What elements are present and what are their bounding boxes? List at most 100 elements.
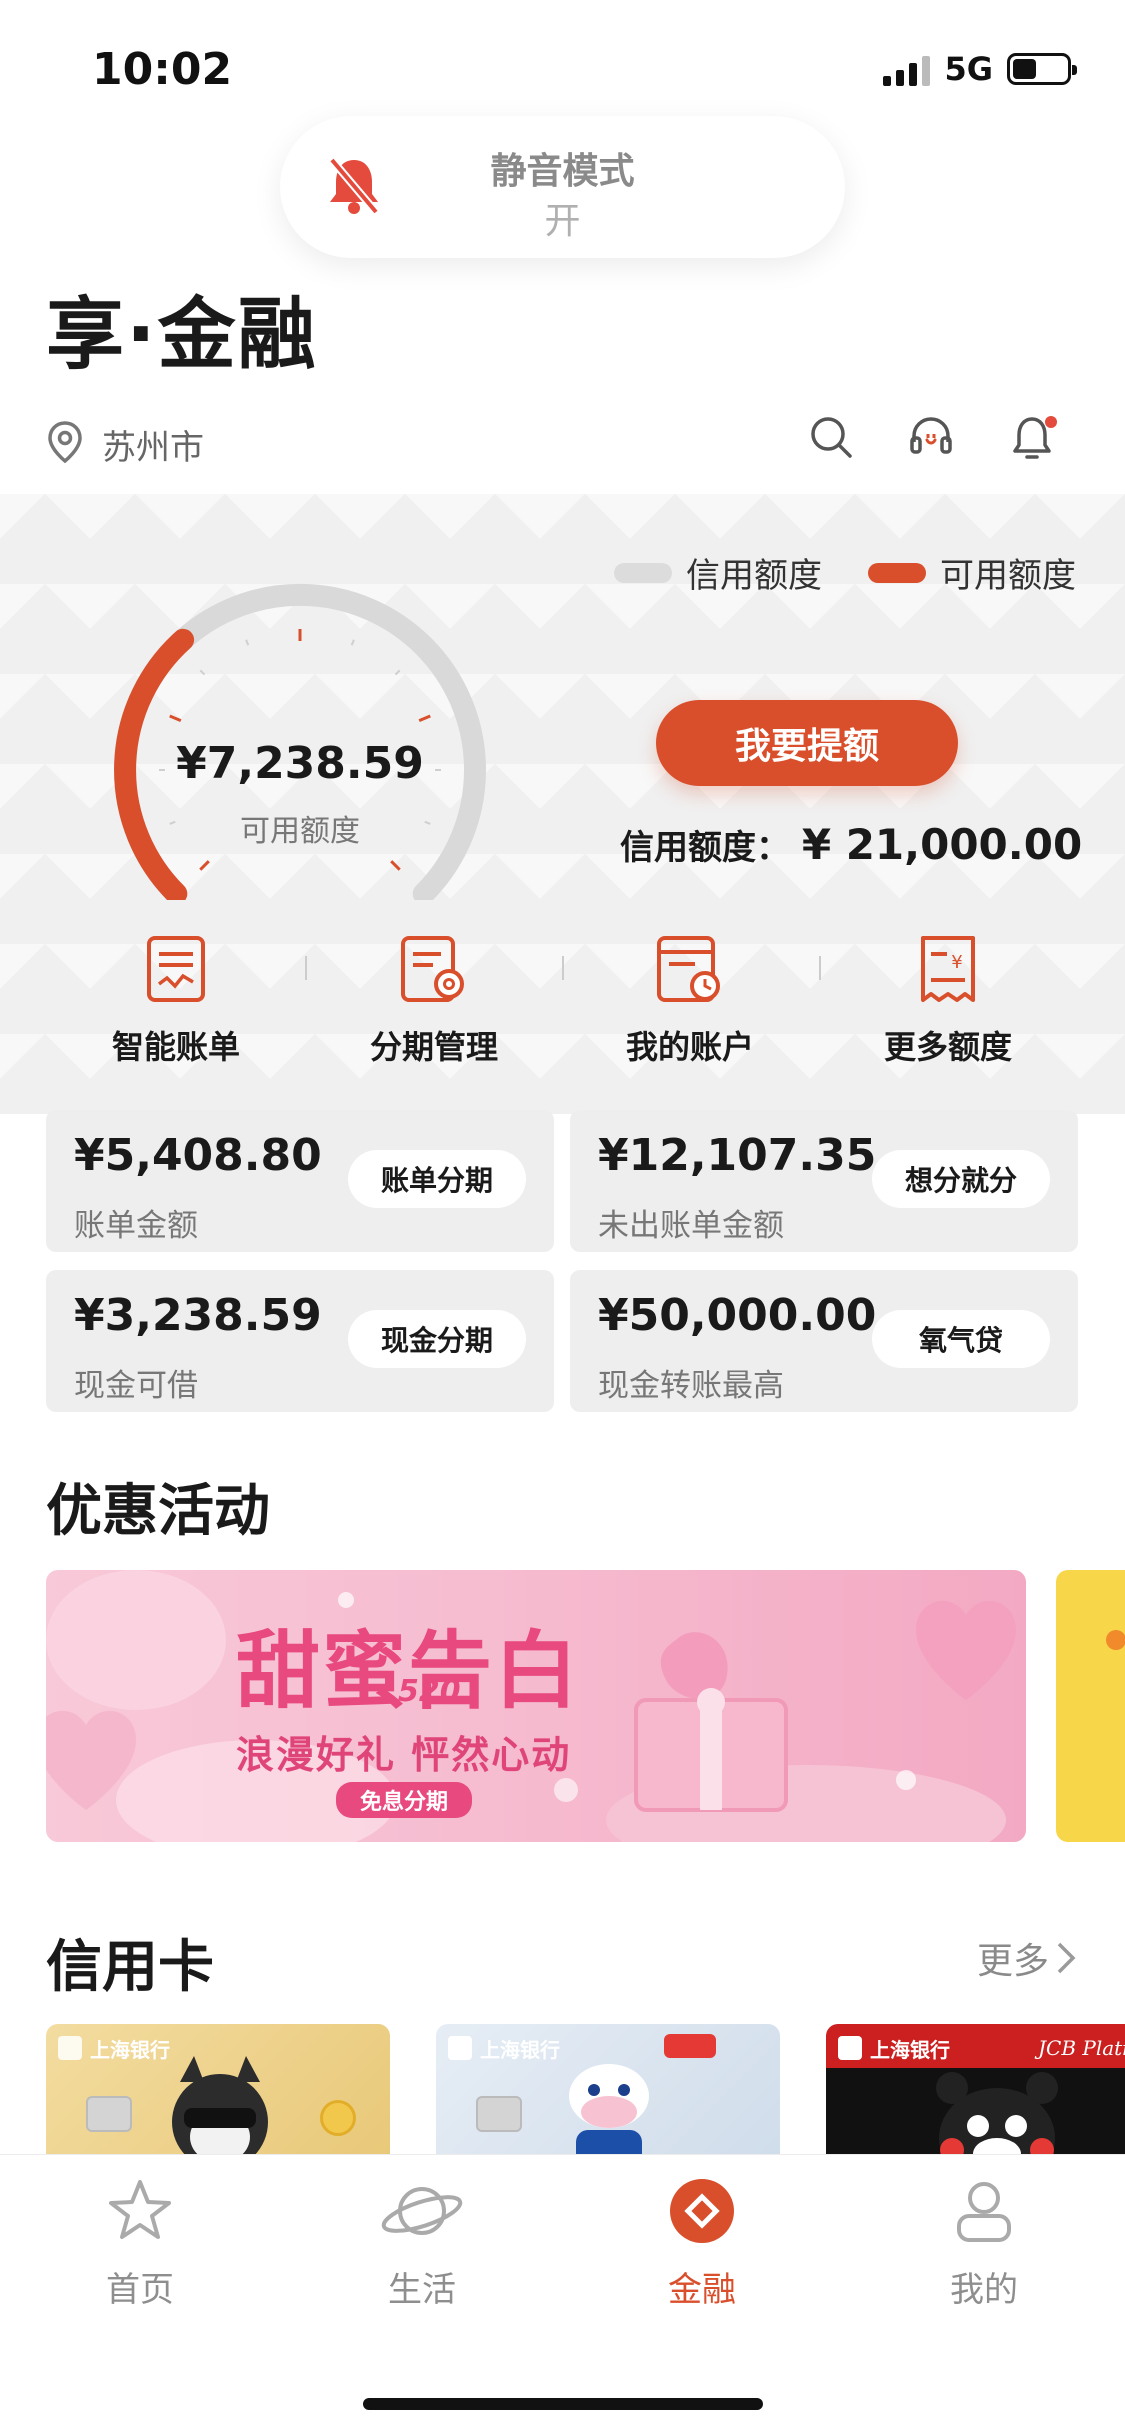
card-bank-name: 上海银行 [90, 2038, 170, 2062]
cash-installment-button[interactable]: 现金分期 [348, 1310, 526, 1368]
finance-diamond-icon [670, 2179, 734, 2243]
card-bank-name: 上海银行 [870, 2038, 950, 2062]
tab-me[interactable]: 我的 [884, 2176, 1084, 2311]
stat-amount: ¥12,107.35 [598, 1130, 877, 1181]
network-type: 5G [944, 50, 993, 88]
stat-card-bill-amount: ¥5,408.80 账单金额 账单分期 [46, 1110, 554, 1252]
silent-mode-title: 静音模式 [490, 151, 635, 192]
divider [305, 956, 307, 980]
gauge-tick [390, 860, 401, 871]
stat-card-cash-transfer-max: ¥50,000.00 现金转账最高 氧气贷 [570, 1270, 1078, 1412]
receipt-yen-icon: ¥ [921, 936, 975, 1002]
stat-card-cash-available: ¥3,238.59 现金可借 现金分期 [46, 1270, 554, 1412]
stat-label: 现金可借 [74, 1368, 198, 1404]
silent-mode-state: 开 [544, 201, 581, 242]
quick-action-label: 智能账单 [111, 1028, 240, 1066]
quick-action-more-limit[interactable]: ¥ 更多额度 [848, 934, 1048, 1068]
credit-card-gold[interactable]: 上海银行 [46, 2024, 390, 2174]
promo-tag: 免息分期 [336, 1782, 473, 1818]
status-indicators: 5G [883, 50, 1077, 88]
credit-card-black-bear[interactable]: 上海银行 JCB Platin [826, 2024, 1125, 2174]
promo-banner-next[interactable] [1056, 1570, 1125, 1842]
promo-next-dot [1106, 1630, 1125, 1650]
available-amount-label: 可用额度 [240, 814, 360, 849]
stat-amount: ¥3,238.59 [74, 1290, 322, 1341]
gauge-tick [199, 669, 206, 676]
svg-text:¥: ¥ [951, 952, 962, 973]
gauge-tick [199, 860, 210, 871]
raise-limit-button[interactable]: 我要提额 [656, 700, 958, 786]
bill-chart-icon [147, 936, 205, 1002]
legend-label: 可用额度 [940, 556, 1076, 596]
battery-icon [1007, 53, 1077, 85]
tab-home[interactable]: 首页 [40, 2176, 240, 2311]
oxygen-loan-button[interactable]: 氧气贷 [872, 1310, 1050, 1368]
gauge-tick [394, 669, 401, 676]
tab-label: 首页 [106, 2270, 174, 2310]
gauge-tick [169, 714, 182, 723]
promo-banner[interactable]: 甜蜜告白 520 浪漫好礼 怦然心动 免息分期 [46, 1570, 1026, 1842]
available-amount: ¥7,238.59 [176, 738, 424, 789]
card-chip-icon [476, 2096, 522, 2132]
stat-card-unbilled-amount: ¥12,107.35 未出账单金额 想分就分 [570, 1110, 1078, 1252]
stat-label: 账单金额 [74, 1208, 198, 1244]
location-selector[interactable]: 苏州市 [102, 420, 204, 469]
location-pin-icon[interactable] [46, 420, 84, 464]
card-network-label: JCB Platin [1038, 2036, 1125, 2060]
divider [819, 956, 821, 980]
flex-installment-button[interactable]: 想分就分 [872, 1150, 1050, 1208]
stat-label: 未出账单金额 [598, 1208, 784, 1244]
tab-life[interactable]: 生活 [322, 2176, 522, 2311]
promo-badge: 520 [398, 1674, 461, 1709]
star-icon [109, 2180, 171, 2239]
legend-label: 信用额度 [686, 556, 822, 596]
card-bank-logo-icon [838, 2036, 862, 2060]
quick-action-label: 更多额度 [883, 1028, 1012, 1066]
tab-label: 金融 [668, 2270, 736, 2310]
home-indicator [363, 2398, 763, 2410]
tab-label: 生活 [388, 2270, 456, 2310]
silent-mode-banner: 静音模式 开 [280, 116, 845, 258]
gauge-tick [245, 639, 250, 646]
divider [562, 956, 564, 980]
headset-icon[interactable] [908, 414, 954, 460]
quick-action-label: 我的账户 [625, 1028, 754, 1066]
quick-action-installments[interactable]: 分期管理 [334, 934, 534, 1068]
gauge-tick [350, 639, 355, 646]
search-icon[interactable] [808, 414, 854, 460]
notification-bell-icon[interactable] [1010, 414, 1060, 460]
user-icon [957, 2182, 1011, 2242]
installment-settings-icon [401, 936, 464, 1002]
card-bank-logo-icon [58, 2036, 82, 2060]
credit-limit-value: ¥ 21,000.00 [801, 820, 1083, 869]
card-bank-name: 上海银行 [480, 2038, 560, 2062]
credit-cards-more-link[interactable]: 更多 [977, 1932, 1077, 1984]
signal-icon [883, 52, 931, 86]
tab-finance[interactable]: 金融 [602, 2176, 802, 2311]
legend-swatch-available [868, 562, 926, 583]
credit-gauge [114, 583, 486, 900]
credit-card-light-blue[interactable]: 上海银行 [436, 2024, 780, 2174]
brand-tag [664, 2034, 716, 2058]
stat-amount: ¥50,000.00 [598, 1290, 877, 1341]
chevron-right-icon [1057, 1942, 1076, 1974]
coin-icon [320, 2100, 356, 2136]
stat-label: 现金转账最高 [598, 1368, 784, 1404]
quick-action-label: 分期管理 [369, 1028, 498, 1066]
quick-action-smart-bill[interactable]: 智能账单 [76, 934, 276, 1068]
gauge-tick [418, 714, 431, 723]
promotions-title: 优惠活动 [46, 1479, 270, 1544]
account-clock-icon [657, 936, 720, 1002]
quick-action-my-account[interactable]: 我的账户 [590, 934, 790, 1068]
card-bank-logo-icon [448, 2036, 472, 2060]
planet-icon [381, 2187, 463, 2235]
tab-label: 我的 [950, 2270, 1018, 2310]
more-label: 更多 [976, 1941, 1049, 1982]
legend-swatch-credit [614, 562, 672, 583]
bill-installment-button[interactable]: 账单分期 [348, 1150, 526, 1208]
legend-available-limit: 可用额度 [868, 548, 1076, 597]
status-time: 10:02 [92, 44, 233, 95]
promo-tagline: 浪漫好礼 怦然心动 [236, 1733, 572, 1777]
page-title: 享·金融 [46, 290, 318, 380]
legend-credit-limit: 信用额度 [614, 548, 822, 597]
